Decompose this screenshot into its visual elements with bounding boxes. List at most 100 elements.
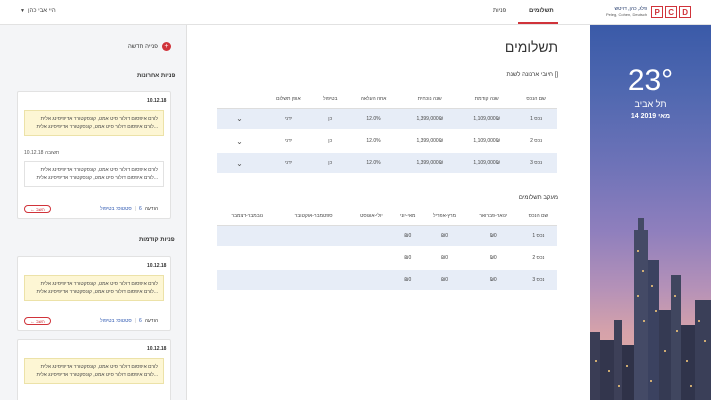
- status-value: סטטוס: בטיפול: [100, 318, 132, 324]
- column-header: אחוז העלאה: [345, 91, 402, 109]
- column-header: מרץ-אפריל: [422, 208, 467, 226]
- table-cell: [349, 247, 394, 270]
- expand-toggle[interactable]: ⌄: [217, 130, 262, 153]
- column-header: ינואר-פברואר: [466, 208, 520, 226]
- column-header: שנה נוכחית: [401, 91, 459, 109]
- table-cell: [217, 269, 278, 292]
- table-cell: ידני: [262, 108, 315, 131]
- table-cell: 1,399,000₪: [401, 152, 459, 175]
- table-row: ₪0 ₪0 ₪0 נכס 2: [217, 247, 557, 270]
- reply-button[interactable]: ← השב: [24, 317, 51, 325]
- requests-sidebar: פנייה חדשה + פניות אחרונות 10.12.18 לורם…: [0, 25, 187, 400]
- request-message: לורם איפסום דולור סיט אמט, קונסקטורר אדי…: [24, 110, 164, 136]
- table-cell: כן: [314, 152, 346, 175]
- annual-charges-title: חיובי ארנונה לשנת []: [506, 72, 558, 78]
- column-header: שם הנכס: [519, 208, 557, 226]
- table-cell: [277, 225, 350, 248]
- city-name: תל אביב: [634, 99, 667, 109]
- table-cell: ידני: [262, 130, 315, 153]
- table-cell: ₪0: [422, 269, 467, 292]
- current-date: 14 מאי 2019: [630, 113, 671, 120]
- active-tab-indicator: [518, 22, 558, 24]
- previous-request-card[interactable]: 10.12.18 לורם איפסום דולור סיט אמט, קונס…: [17, 256, 171, 331]
- column-header: יולי-אוגוסט: [349, 208, 394, 226]
- logo-line-english: Peleg, Cohen, Deutsch: [606, 12, 648, 17]
- column-header: בטיפול: [314, 91, 346, 109]
- chevron-down-icon: ⌄: [236, 114, 243, 124]
- table-header-row: אופן תשלום בטיפול אחוז העלאה שנה נוכחית …: [217, 91, 557, 109]
- table-cell: [277, 247, 350, 270]
- tab-payments[interactable]: תשלומים: [529, 8, 554, 14]
- table-cell: ₪0: [422, 225, 467, 248]
- table-cell: 12.0%: [345, 130, 402, 153]
- page-title: תשלומים: [504, 39, 558, 55]
- reply-label: תשובה: [44, 150, 60, 156]
- message-count: 6: [138, 206, 142, 212]
- table-cell: ₪0: [422, 247, 467, 270]
- table-cell: [349, 269, 394, 292]
- table-row[interactable]: ⌄ ידני כן 12.0% 1,399,000₪ 1,109,000₪ נכ…: [217, 152, 557, 175]
- table-row[interactable]: ⌄ ידני כן 12.0% 1,399,000₪ 1,109,000₪ נכ…: [217, 130, 557, 153]
- tab-requests[interactable]: פניות: [493, 8, 506, 14]
- status-separator: |: [134, 318, 136, 324]
- table-cell: 1,109,000₪: [458, 130, 516, 153]
- table-row[interactable]: ⌄ ידני כן 12.0% 1,399,000₪ 1,109,000₪ נכ…: [217, 108, 557, 131]
- reply-message: לורם איפסום דולור סיט אמט, קונסקטורר אדי…: [24, 161, 164, 187]
- table-cell: 1,109,000₪: [458, 108, 516, 131]
- table-cell: כן: [314, 130, 346, 153]
- company-logo[interactable]: פלג, כהן, דויטש Peleg, Cohen, Deutsch P …: [606, 6, 692, 18]
- card-date: 10.12.18: [147, 98, 167, 104]
- reply-meta: 10.12.18 תשובה: [24, 150, 59, 156]
- table-header-row: נובמבר-דצמבר ספטמבר-אוקטובר יולי-אוגוסט …: [217, 208, 557, 226]
- status-value: סטטוס: בטיפול: [100, 206, 132, 212]
- message-label: הודעה: [144, 206, 159, 212]
- column-header: אופן תשלום: [262, 91, 315, 109]
- reply-date: 10.12.18: [24, 150, 44, 156]
- payments-main: תשלומים חיובי ארנונה לשנת [] אופן תשלום …: [187, 25, 590, 400]
- table-cell: ₪0: [466, 225, 520, 248]
- table-cell: [349, 225, 394, 248]
- table-cell: [277, 269, 350, 292]
- table-cell: 12.0%: [345, 108, 402, 131]
- logo-letters: P C D: [651, 6, 692, 18]
- request-message: לורם איפסום דולור סיט אמט, קונסקטורר אדי…: [24, 358, 164, 384]
- table-cell: ₪0: [466, 247, 520, 270]
- column-header: [217, 91, 262, 109]
- column-header: ספטמבר-אוקטובר: [277, 208, 350, 226]
- previous-request-card[interactable]: 10.12.18 לורם איפסום דולור סיט אמט, קונס…: [17, 339, 171, 400]
- new-request-label: פנייה חדשה: [128, 43, 158, 50]
- reply-button[interactable]: ← השב: [24, 205, 51, 213]
- column-header: נובמבר-דצמבר: [217, 208, 278, 226]
- column-header: מאי-יוני: [393, 208, 423, 226]
- recent-request-card[interactable]: 10.12.18 לורם איפסום דולור סיט אמט, קונס…: [17, 91, 171, 219]
- request-message: לורם איפסום דולור סיט אמט, קונסקטורר אדי…: [24, 275, 164, 301]
- table-cell: [217, 247, 278, 270]
- user-menu[interactable]: ▼ היי אבי כהן: [20, 8, 56, 14]
- table-row: ₪0 ₪0 ₪0 נכס 3: [217, 269, 557, 292]
- table-cell: ידני: [262, 152, 315, 175]
- table-cell: נכס 2: [515, 130, 557, 153]
- weather-hero: 23° תל אביב 14 מאי 2019: [590, 25, 711, 400]
- expand-toggle[interactable]: ⌄: [217, 152, 262, 175]
- logo-letter-c: C: [665, 6, 678, 18]
- user-menu-label: היי אבי כהן: [27, 8, 56, 14]
- column-header: שנה קודמת: [458, 91, 516, 109]
- previous-requests-title: פניות קודמות: [139, 237, 175, 243]
- table-cell: נכס 1: [519, 225, 557, 248]
- payment-tracking-title: מעקב תשלומים: [518, 195, 558, 201]
- column-header: שם הנכס: [515, 91, 557, 109]
- table-cell: ₪0: [393, 225, 423, 248]
- city-skyline-image: [590, 218, 711, 400]
- expand-toggle[interactable]: ⌄: [217, 108, 262, 131]
- weather-widget: 23° תל אביב 14 מאי 2019: [590, 65, 711, 121]
- annual-charges-table: אופן תשלום בטיפול אחוז העלאה שנה נוכחית …: [217, 91, 557, 175]
- table-cell: 1,109,000₪: [458, 152, 516, 175]
- logo-letter-p: P: [651, 6, 664, 18]
- table-cell: ₪0: [393, 247, 423, 270]
- logo-text: פלג, כהן, דויטש Peleg, Cohen, Deutsch: [606, 6, 647, 18]
- chevron-down-icon: ⌄: [236, 136, 243, 146]
- card-date: 10.12.18: [147, 263, 167, 269]
- plus-icon: +: [161, 42, 171, 51]
- new-request-button[interactable]: פנייה חדשה +: [128, 42, 171, 51]
- table-cell: ₪0: [393, 269, 423, 292]
